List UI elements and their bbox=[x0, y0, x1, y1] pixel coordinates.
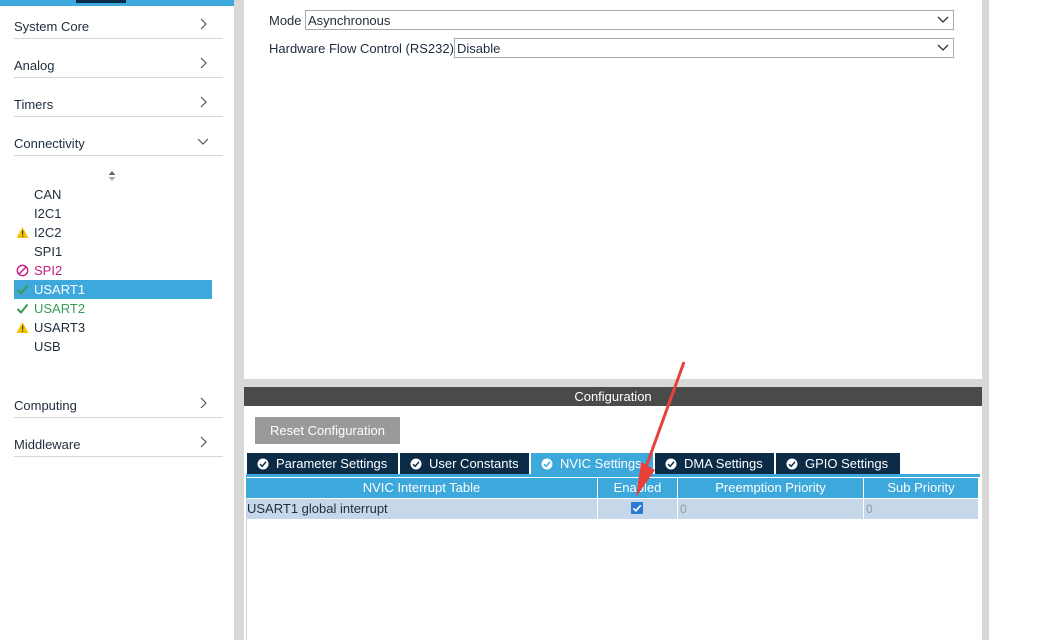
peripheral-spi2[interactable]: SPI2 bbox=[14, 261, 212, 280]
disabled-icon bbox=[16, 264, 29, 277]
reset-configuration-button[interactable]: Reset Configuration bbox=[255, 417, 400, 444]
right-border bbox=[982, 0, 989, 640]
peripheral-i2c2[interactable]: I2C2 bbox=[14, 223, 212, 242]
check-circle-icon bbox=[257, 458, 269, 470]
column-header-enabled[interactable]: Enabled bbox=[598, 478, 678, 498]
interrupt-name-cell: USART1 global interrupt bbox=[246, 499, 598, 519]
chevron-right-icon bbox=[200, 397, 207, 409]
mode-label: Mode bbox=[269, 13, 302, 28]
check-circle-icon bbox=[410, 458, 422, 470]
tab-parameter-settings[interactable]: Parameter Settings bbox=[247, 453, 398, 475]
category-timers[interactable]: Timers bbox=[14, 78, 223, 117]
peripheral-usart1[interactable]: USART1 bbox=[14, 280, 212, 299]
check-icon bbox=[16, 303, 29, 314]
peripheral-i2c1[interactable]: I2C1 bbox=[14, 204, 212, 223]
tab-label: User Constants bbox=[429, 456, 519, 471]
peripheral-label: SPI2 bbox=[34, 263, 63, 278]
category-label: Middleware bbox=[14, 437, 81, 452]
preemption-priority-cell[interactable]: 0 bbox=[678, 499, 864, 519]
category-label: Analog bbox=[14, 58, 55, 73]
category-analog[interactable]: Analog bbox=[14, 39, 223, 78]
check-circle-icon bbox=[786, 458, 798, 470]
peripheral-label: SPI1 bbox=[34, 244, 63, 259]
chevron-down-icon bbox=[937, 16, 949, 23]
peripheral-label: I2C1 bbox=[34, 206, 62, 221]
flow-control-label: Hardware Flow Control (RS232) bbox=[269, 41, 454, 56]
chevron-down-icon bbox=[937, 44, 949, 51]
category-middleware[interactable]: Middleware bbox=[14, 418, 223, 457]
tab-user-constants[interactable]: User Constants bbox=[400, 453, 529, 475]
category-label: Connectivity bbox=[14, 136, 85, 151]
flow-control-select-value: Disable bbox=[457, 41, 501, 56]
chevron-down-icon bbox=[197, 138, 209, 145]
peripheral-label: I2C2 bbox=[34, 225, 62, 240]
chevron-right-icon bbox=[200, 18, 207, 30]
panel-splitter[interactable] bbox=[244, 379, 982, 387]
tab-label: NVIC Settings bbox=[560, 456, 642, 471]
configuration-header: Configuration bbox=[244, 387, 982, 406]
sidebar: System Core Analog Timers Connectivity C… bbox=[0, 0, 234, 640]
category-connectivity[interactable]: Connectivity bbox=[14, 117, 223, 156]
peripheral-usb[interactable]: USB bbox=[14, 337, 212, 356]
sidebar-splitter[interactable] bbox=[234, 0, 244, 640]
warning-icon bbox=[16, 322, 29, 333]
peripheral-can[interactable]: CAN bbox=[14, 185, 212, 204]
mode-select[interactable]: Asynchronous bbox=[305, 10, 954, 30]
column-header-preemption[interactable]: Preemption Priority bbox=[678, 478, 864, 498]
sub-priority-cell[interactable]: 0 bbox=[864, 499, 979, 519]
app-root: System Core Analog Timers Connectivity C… bbox=[0, 0, 1045, 640]
tab-label: GPIO Settings bbox=[805, 456, 889, 471]
chevron-right-icon bbox=[200, 436, 207, 448]
check-icon bbox=[16, 284, 29, 295]
tab-label: DMA Settings bbox=[684, 456, 763, 471]
peripheral-spi1[interactable]: SPI1 bbox=[14, 242, 212, 261]
peripheral-usart3[interactable]: USART3 bbox=[14, 318, 212, 337]
sort-icon[interactable] bbox=[107, 170, 117, 182]
flow-control-select[interactable]: Disable bbox=[454, 38, 954, 58]
tab-label: Parameter Settings bbox=[276, 456, 388, 471]
column-header-sub-priority[interactable]: Sub Priority bbox=[864, 478, 979, 498]
warning-icon bbox=[16, 227, 29, 238]
tab-dma-settings[interactable]: DMA Settings bbox=[655, 453, 774, 475]
tab-nvic-settings[interactable]: NVIC Settings bbox=[531, 453, 653, 475]
enabled-checkbox[interactable] bbox=[631, 502, 643, 514]
check-circle-icon bbox=[665, 458, 677, 470]
peripheral-label: USART3 bbox=[34, 320, 86, 335]
chevron-right-icon bbox=[200, 96, 207, 108]
peripheral-label: USART2 bbox=[34, 301, 86, 316]
peripheral-label: CAN bbox=[34, 187, 62, 202]
chevron-right-icon bbox=[200, 57, 207, 69]
category-label: System Core bbox=[14, 19, 90, 34]
category-label: Computing bbox=[14, 398, 77, 413]
peripheral-usart2[interactable]: USART2 bbox=[14, 299, 212, 318]
category-label: Timers bbox=[14, 97, 54, 112]
peripheral-label: USART1 bbox=[34, 282, 86, 297]
tab-gpio-settings[interactable]: GPIO Settings bbox=[776, 453, 900, 475]
peripheral-label: USB bbox=[34, 339, 61, 354]
check-circle-icon bbox=[541, 458, 553, 470]
category-system-core[interactable]: System Core bbox=[14, 0, 223, 39]
column-header-name[interactable]: NVIC Interrupt Table bbox=[246, 478, 598, 498]
category-computing[interactable]: Computing bbox=[14, 379, 223, 418]
mode-select-value: Asynchronous bbox=[308, 13, 391, 28]
check-icon bbox=[632, 504, 642, 512]
